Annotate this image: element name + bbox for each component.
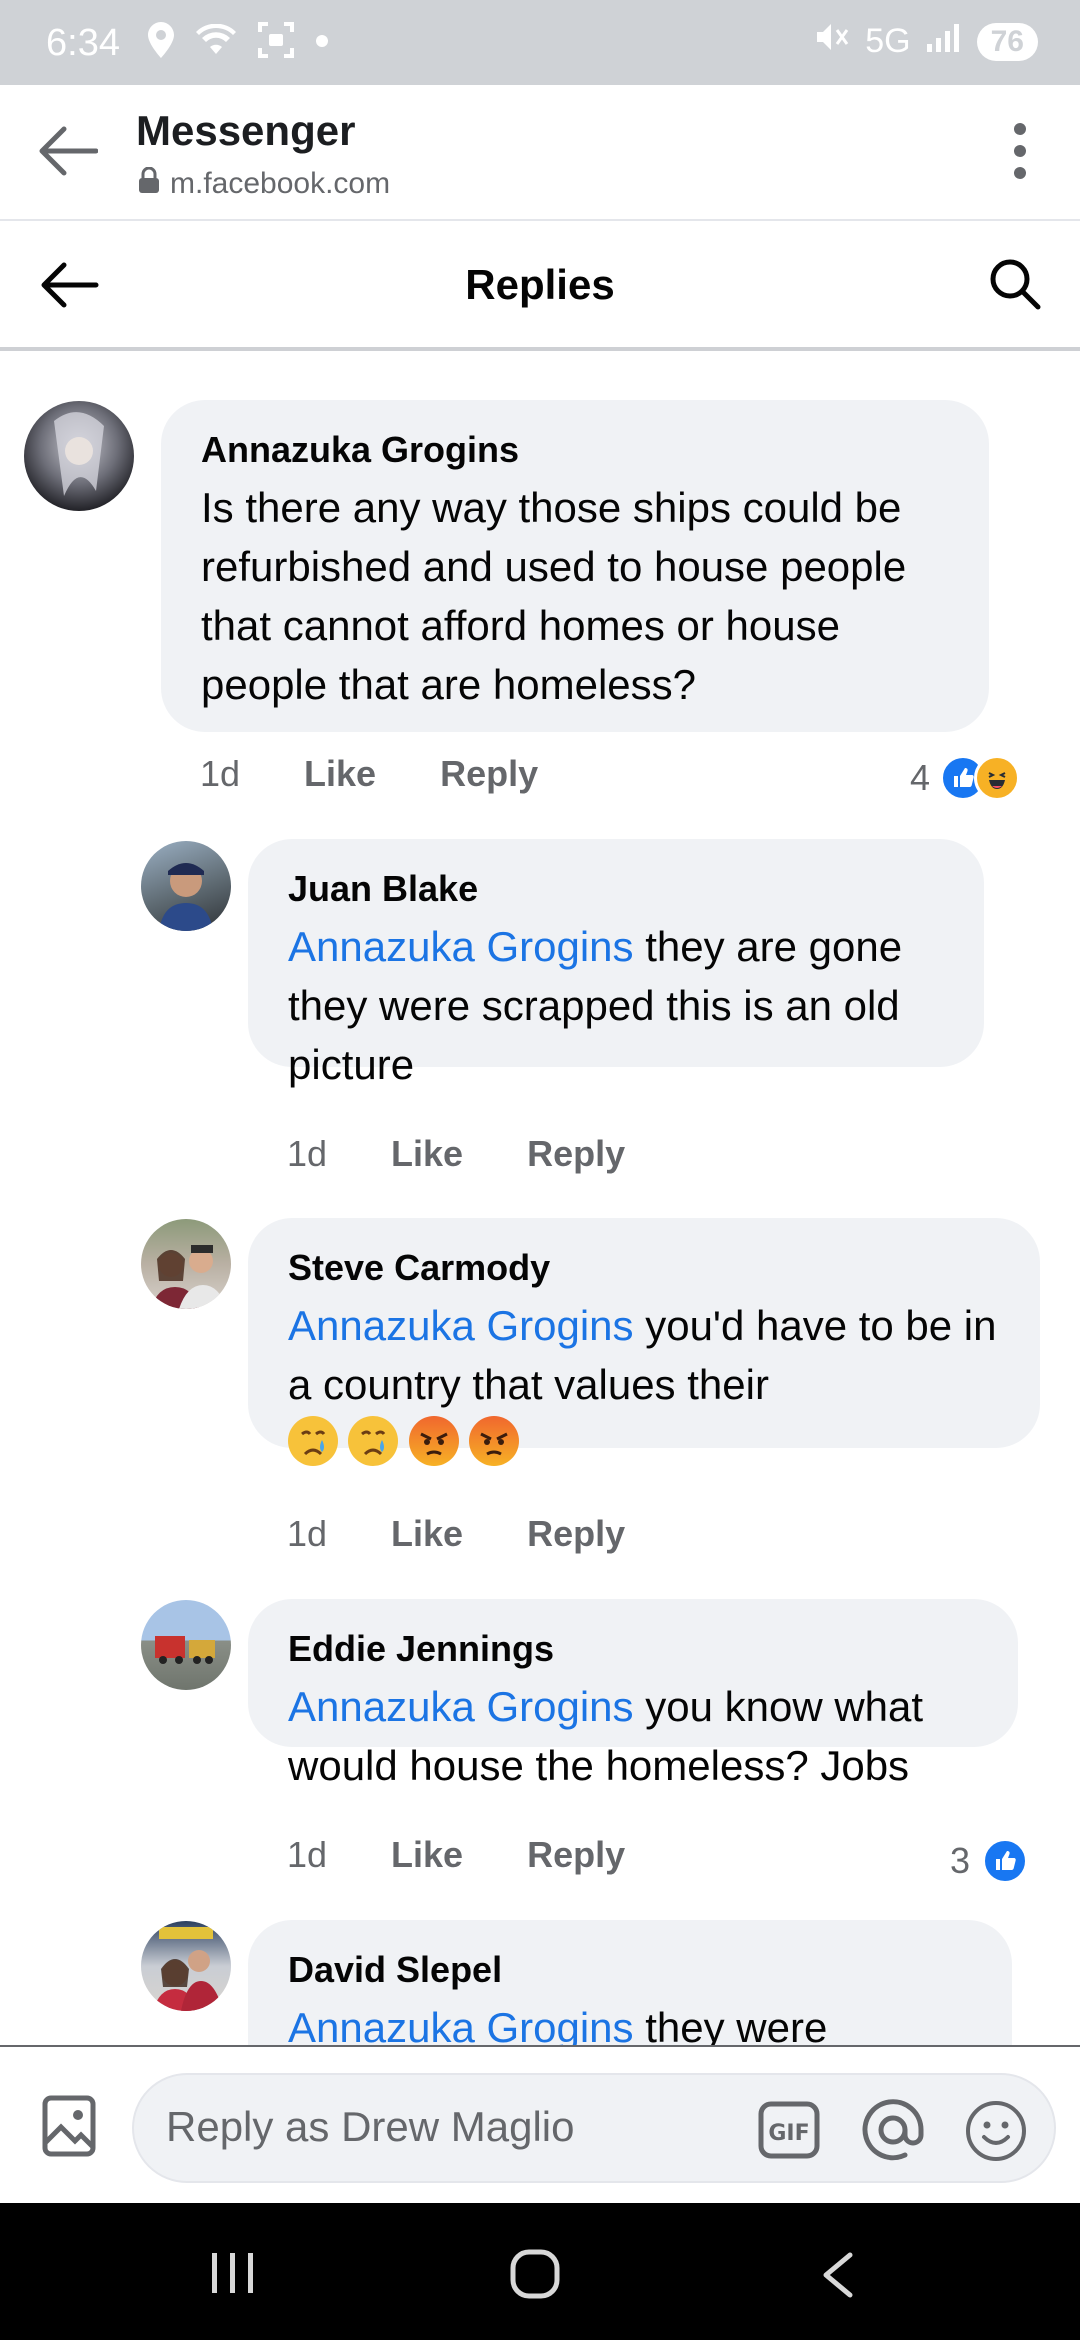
- comment-list[interactable]: Annazuka Grogins Is there any way those …: [0, 355, 1080, 2045]
- like-reaction-icon: [982, 1838, 1029, 1884]
- lock-icon: [138, 166, 160, 201]
- emoji-row: [288, 1416, 1000, 1472]
- status-time: 6:34: [46, 22, 120, 64]
- reply-button[interactable]: Reply: [527, 1133, 625, 1175]
- avatar[interactable]: [141, 1600, 231, 1690]
- comment-bubble[interactable]: Eddie Jennings Annazuka Grogins you know…: [248, 1599, 1018, 1789]
- system-back-icon[interactable]: [820, 2251, 854, 2304]
- browser-bar: Messenger m.facebook.com: [0, 85, 1080, 221]
- angry-emoji-icon: [469, 1416, 520, 1466]
- search-icon[interactable]: [988, 257, 1042, 316]
- screenshot-icon: [258, 22, 294, 63]
- browser-title: Messenger: [136, 107, 356, 154]
- like-button[interactable]: Like: [391, 1513, 463, 1555]
- comment-bubble[interactable]: Annazuka Grogins Is there any way those …: [161, 400, 989, 732]
- avatar[interactable]: [141, 841, 231, 931]
- reaction-summary[interactable]: 3: [950, 1838, 1029, 1884]
- comment-author[interactable]: Juan Blake: [288, 867, 944, 911]
- reaction-summary[interactable]: 4: [910, 755, 1021, 801]
- avatar[interactable]: [141, 1219, 231, 1309]
- comment-time[interactable]: 1d: [200, 753, 240, 795]
- more-options-icon[interactable]: [1014, 123, 1026, 184]
- mention-link[interactable]: Annazuka Grogins: [288, 1302, 634, 1349]
- comment-time[interactable]: 1d: [287, 1513, 327, 1555]
- mention-link[interactable]: Annazuka Grogins: [288, 2004, 634, 2045]
- comment-author[interactable]: Annazuka Grogins: [201, 428, 949, 472]
- dot-icon: [316, 34, 328, 52]
- comment-actions: 1d Like Reply: [287, 1133, 625, 1175]
- comment-author[interactable]: David Slepel: [288, 1948, 972, 1992]
- reply-button[interactable]: Reply: [440, 753, 538, 795]
- crying-emoji-icon: [288, 1416, 338, 1466]
- comment-actions: 1d Like Reply: [200, 753, 538, 795]
- mention-link[interactable]: Annazuka Grogins: [288, 923, 634, 970]
- mute-icon: [815, 22, 849, 61]
- avatar[interactable]: [141, 1921, 231, 2011]
- mention-link[interactable]: Annazuka Grogins: [288, 1683, 634, 1730]
- comment-text: Is there any way those ships could be re…: [201, 484, 907, 708]
- comment-time[interactable]: 1d: [287, 1133, 327, 1175]
- comment-bubble[interactable]: Juan Blake Annazuka Grogins they are gon…: [248, 839, 984, 1088]
- reply-placeholder: Reply as Drew Maglio: [166, 2103, 575, 2150]
- signal-icon: [926, 22, 961, 61]
- comment-author[interactable]: Eddie Jennings: [288, 1627, 978, 1671]
- browser-back-arrow-icon[interactable]: [36, 125, 99, 182]
- reply-input[interactable]: Reply as Drew Maglio GIF: [132, 2073, 1056, 2183]
- home-icon[interactable]: [510, 2249, 560, 2304]
- emoji-icon[interactable]: [964, 2099, 1028, 2168]
- svg-text:GIF: GIF: [768, 2121, 809, 2146]
- comment-bubble[interactable]: David Slepel Annazuka Grogins they were: [248, 1920, 1012, 2045]
- replies-header: Replies: [0, 221, 1080, 351]
- page-title: Replies: [465, 261, 615, 308]
- crying-emoji-icon: [348, 1416, 399, 1466]
- comment-bubble[interactable]: Steve Carmody Annazuka Grogins you'd hav…: [248, 1218, 1040, 1466]
- haha-reaction-icon: [974, 755, 1021, 801]
- comment-actions: 1d Like Reply: [287, 1513, 625, 1555]
- reaction-count: 3: [950, 1840, 971, 1881]
- comment-text: they were: [633, 2004, 828, 2045]
- comment-author[interactable]: Steve Carmody: [288, 1246, 1000, 1290]
- like-button[interactable]: Like: [304, 753, 376, 795]
- reply-button[interactable]: Reply: [527, 1513, 625, 1555]
- like-button[interactable]: Like: [391, 1834, 463, 1876]
- like-button[interactable]: Like: [391, 1133, 463, 1175]
- recents-icon[interactable]: [210, 2251, 256, 2300]
- battery-indicator: 76: [976, 22, 1038, 61]
- reply-button[interactable]: Reply: [527, 1834, 625, 1876]
- network-label: 5G: [865, 22, 911, 60]
- system-nav-bar: [0, 2203, 1080, 2340]
- avatar[interactable]: [24, 401, 134, 511]
- wifi-icon: [196, 23, 236, 61]
- location-icon: [148, 22, 174, 63]
- comment-time[interactable]: 1d: [287, 1834, 327, 1876]
- status-bar: 6:34 5G 76: [0, 0, 1080, 85]
- reply-composer: Reply as Drew Maglio GIF: [0, 2045, 1080, 2203]
- reaction-count: 4: [910, 757, 931, 798]
- angry-emoji-icon: [408, 1416, 459, 1466]
- url-text: m.facebook.com: [170, 167, 391, 200]
- browser-url[interactable]: m.facebook.com: [138, 166, 391, 201]
- gif-icon[interactable]: GIF: [758, 2101, 820, 2164]
- mention-icon[interactable]: [860, 2097, 926, 2168]
- comment-actions: 1d Like Reply: [287, 1834, 625, 1876]
- photo-icon[interactable]: [42, 2095, 96, 2162]
